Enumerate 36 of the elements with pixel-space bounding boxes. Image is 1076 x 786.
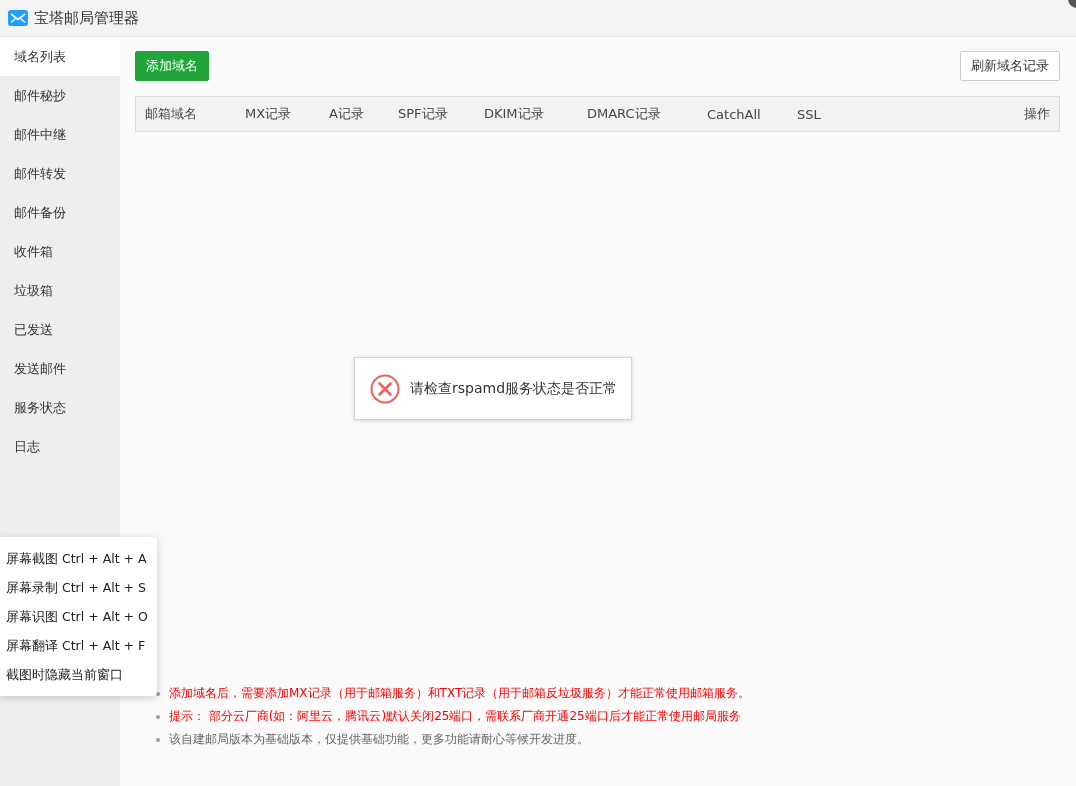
menu-item[interactable]: 截图时隐藏当前窗口: [0, 660, 157, 689]
menu-item[interactable]: 屏幕识图 Ctrl + Alt + O: [0, 602, 157, 631]
sidebar-item[interactable]: 邮件转发: [0, 154, 120, 193]
note-text: 提示： 部分云厂商(如：阿里云，腾讯云)默认关闭25端口，需联系厂商开通25端口后才能正常使用邮局服务: [169, 708, 741, 725]
column-header: SPF记录: [398, 105, 449, 123]
menu-item[interactable]: 屏幕翻译 Ctrl + Alt + F: [0, 631, 157, 660]
bullet-icon: [156, 691, 160, 696]
sidebar-item[interactable]: 日志: [0, 427, 120, 466]
note-text: 该自建邮局版本为基础版本，仅提供基础功能，更多功能请耐心等候开发进度。: [169, 731, 589, 748]
error-icon: [370, 373, 400, 404]
toast-message: 请检查rspamd服务状态是否正常: [410, 379, 618, 398]
mail-icon: [8, 10, 28, 26]
sidebar-item[interactable]: 邮件中继: [0, 115, 120, 154]
menu-item[interactable]: 屏幕截图 Ctrl + Alt + A: [0, 544, 157, 573]
bullet-icon: [156, 714, 160, 719]
menu-item[interactable]: 屏幕录制 Ctrl + Alt + S: [0, 573, 157, 602]
sidebar-item[interactable]: 发送邮件: [0, 349, 120, 388]
column-header: SSL: [797, 106, 822, 122]
sidebar-item[interactable]: 已发送: [0, 310, 120, 349]
column-header: DKIM记录: [484, 105, 545, 123]
sidebar-item[interactable]: 邮件备份: [0, 193, 120, 232]
sidebar-item[interactable]: 域名列表: [0, 37, 120, 76]
column-header: MX记录: [245, 105, 293, 123]
column-header: CatchAll: [707, 106, 762, 122]
note-text: 添加域名后，需要添加MX记录（用于邮箱服务）和TXT记录（用于邮箱反垃圾服务）才能正常使用邮箱服务。: [169, 685, 751, 702]
sidebar-item[interactable]: 服务状态: [0, 388, 120, 427]
sidebar-item[interactable]: 垃圾箱: [0, 271, 120, 310]
sidebar-item[interactable]: 收件箱: [0, 232, 120, 271]
column-header: 操作: [1024, 105, 1050, 123]
column-header: 邮箱域名: [145, 105, 198, 123]
refresh-records-button[interactable]: 刷新域名记录: [960, 51, 1060, 81]
bullet-icon: [156, 737, 160, 742]
window-title: 宝塔邮局管理器: [34, 8, 139, 28]
sidebar-item[interactable]: 邮件秘抄: [0, 76, 120, 115]
column-header: A记录: [329, 105, 365, 123]
column-header: DMARC记录: [587, 105, 662, 123]
